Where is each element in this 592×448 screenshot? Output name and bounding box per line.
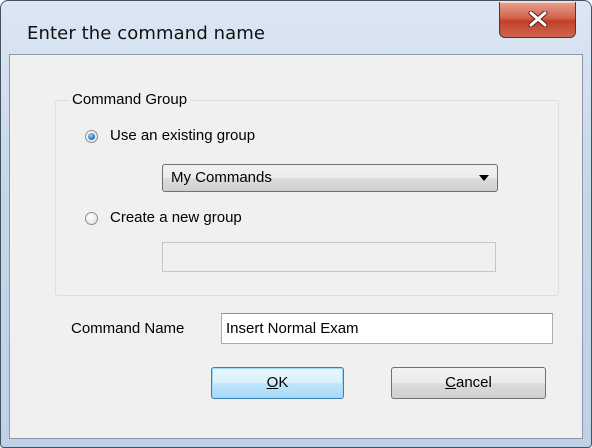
ok-button[interactable]: OK: [211, 367, 344, 399]
cancel-button[interactable]: Cancel: [391, 367, 546, 399]
create-new-group-label[interactable]: Create a new group: [110, 209, 242, 227]
close-button[interactable]: [499, 2, 576, 38]
existing-group-dropdown[interactable]: My Commands: [162, 164, 498, 192]
use-existing-group-radio[interactable]: [85, 130, 98, 143]
ok-button-mnemonic: O: [266, 374, 279, 391]
dropdown-arrow-icon: [479, 175, 489, 181]
existing-group-selected-value: My Commands: [171, 169, 272, 186]
dialog-client-area: Command Group Use an existing group My C…: [9, 54, 583, 439]
create-new-group-radio[interactable]: [85, 212, 98, 225]
command-group-legend: Command Group: [69, 91, 191, 109]
cancel-button-mnemonic: C: [445, 374, 456, 391]
use-existing-group-label[interactable]: Use an existing group: [110, 127, 255, 145]
cancel-button-label: ancel: [455, 374, 492, 391]
window-title: Enter the command name: [27, 23, 266, 44]
close-icon: [528, 11, 548, 27]
command-name-label: Command Name: [71, 320, 185, 337]
new-group-name-input[interactable]: [162, 242, 496, 272]
command-name-input[interactable]: [221, 313, 553, 344]
dialog-window: Enter the command name Command Group Use…: [0, 0, 592, 448]
ok-button-label: K: [278, 374, 289, 391]
